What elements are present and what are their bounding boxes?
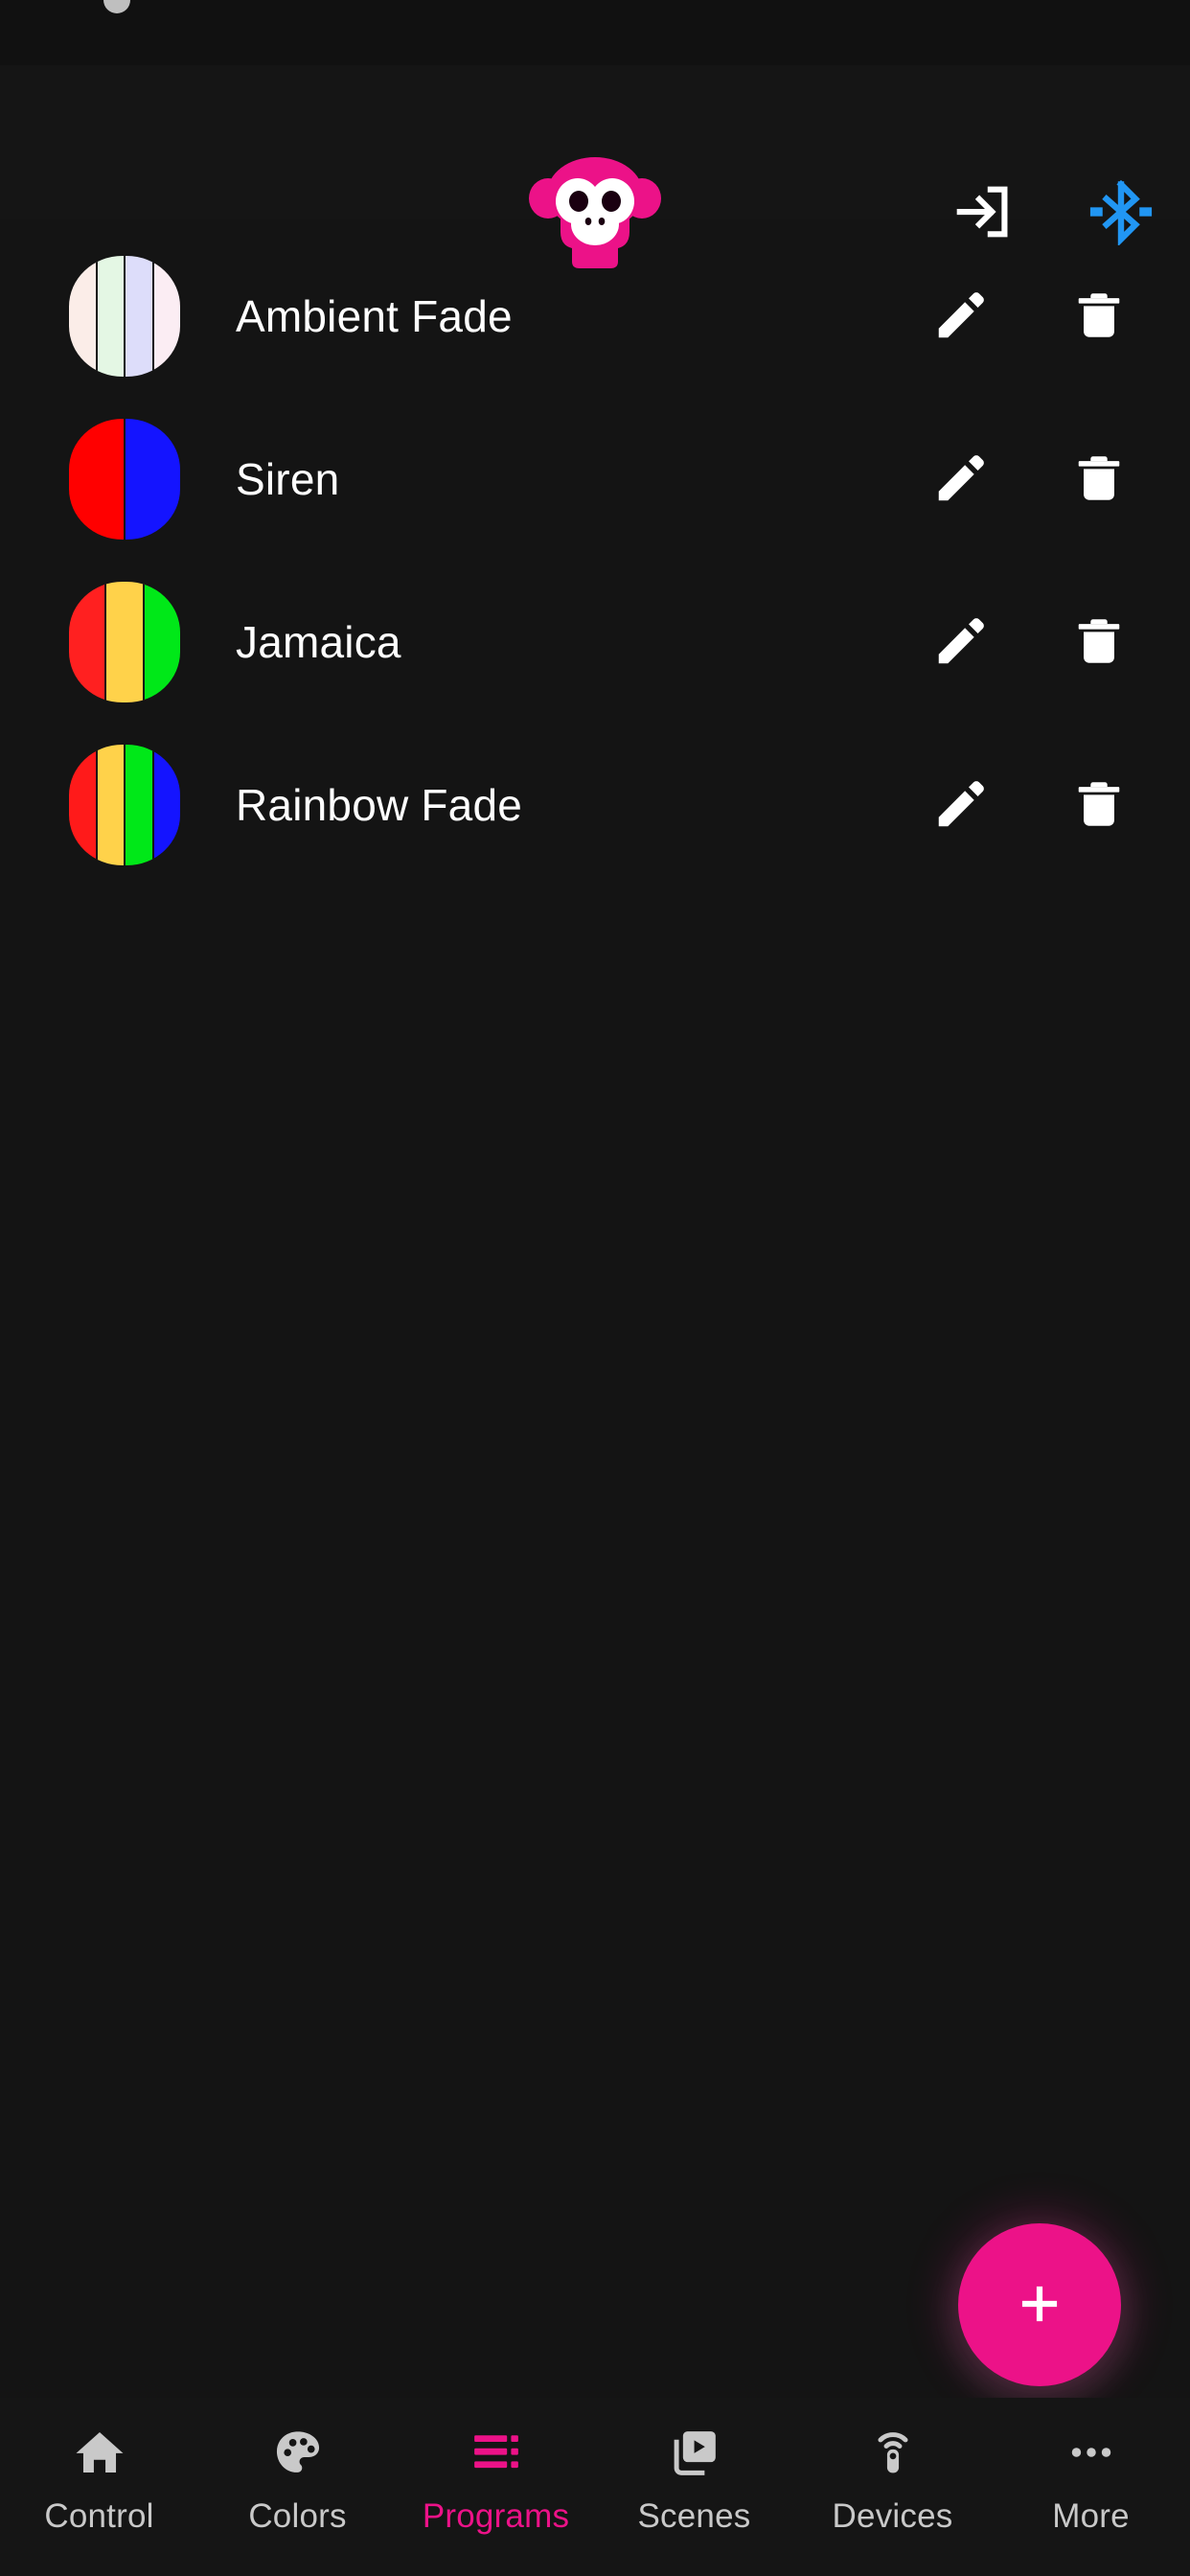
color-swatch — [69, 582, 180, 702]
tab-scenes-label: Scenes — [637, 2497, 751, 2535]
edit-button[interactable] — [920, 275, 1002, 357]
color-swatch — [69, 745, 180, 865]
delete-button[interactable] — [1058, 601, 1140, 683]
tab-colors[interactable]: Colors — [198, 2423, 397, 2536]
trash-icon — [1071, 450, 1127, 509]
tab-devices[interactable]: Devices — [793, 2423, 992, 2536]
home-icon — [73, 2423, 126, 2482]
program-list-icon — [469, 2423, 523, 2482]
table-row[interactable]: Jamaica — [0, 561, 1190, 724]
table-row[interactable]: Rainbow Fade — [0, 724, 1190, 886]
status-bar — [0, 0, 1190, 65]
program-name: Rainbow Fade — [236, 780, 523, 830]
delete-button[interactable] — [1058, 438, 1140, 520]
program-name: Siren — [236, 454, 340, 504]
color-swatch — [69, 419, 180, 540]
program-name: Jamaica — [236, 617, 401, 667]
tab-control-label: Control — [44, 2497, 154, 2535]
tab-scenes[interactable]: Scenes — [595, 2423, 793, 2536]
row-actions — [920, 601, 1140, 683]
pencil-icon — [931, 448, 991, 511]
app-screen: Ambient Fade Siren Jamaica Rainbow Fade … — [0, 0, 1190, 2576]
table-row[interactable]: Ambient Fade — [0, 235, 1190, 398]
edit-button[interactable] — [920, 601, 1002, 683]
pencil-icon — [931, 286, 991, 348]
row-actions — [920, 438, 1140, 520]
row-actions — [920, 275, 1140, 357]
remote-signal-icon — [867, 2423, 919, 2482]
delete-button[interactable] — [1058, 275, 1140, 357]
program-list: Ambient Fade Siren Jamaica Rainbow Fade — [0, 235, 1190, 886]
table-row[interactable]: Siren — [0, 398, 1190, 561]
tab-programs[interactable]: Programs — [397, 2423, 595, 2536]
edit-button[interactable] — [920, 764, 1002, 846]
pencil-icon — [931, 611, 991, 674]
pencil-icon — [931, 774, 991, 837]
notification-dot-icon — [103, 0, 130, 13]
color-swatch — [69, 256, 180, 377]
edit-button[interactable] — [920, 438, 1002, 520]
trash-icon — [1071, 776, 1127, 835]
app-header — [0, 65, 1190, 268]
delete-button[interactable] — [1058, 764, 1140, 846]
tab-more-label: More — [1052, 2497, 1130, 2535]
tab-programs-label: Programs — [422, 2497, 570, 2535]
bottom-navigation: Control Colors Programs Scenes Devices M… — [0, 2398, 1190, 2576]
program-name: Ambient Fade — [236, 291, 513, 341]
row-actions — [920, 764, 1140, 846]
add-program-button[interactable] — [958, 2223, 1121, 2386]
trash-icon — [1071, 613, 1127, 672]
palette-icon — [272, 2423, 324, 2482]
plus-icon — [1010, 2274, 1069, 2336]
tab-control[interactable]: Control — [0, 2423, 198, 2536]
trash-icon — [1071, 288, 1127, 346]
tab-more[interactable]: More — [992, 2423, 1190, 2536]
more-horizontal-icon — [1065, 2423, 1117, 2482]
tab-devices-label: Devices — [832, 2497, 953, 2535]
tab-colors-label: Colors — [248, 2497, 347, 2535]
video-library-icon — [669, 2423, 721, 2482]
